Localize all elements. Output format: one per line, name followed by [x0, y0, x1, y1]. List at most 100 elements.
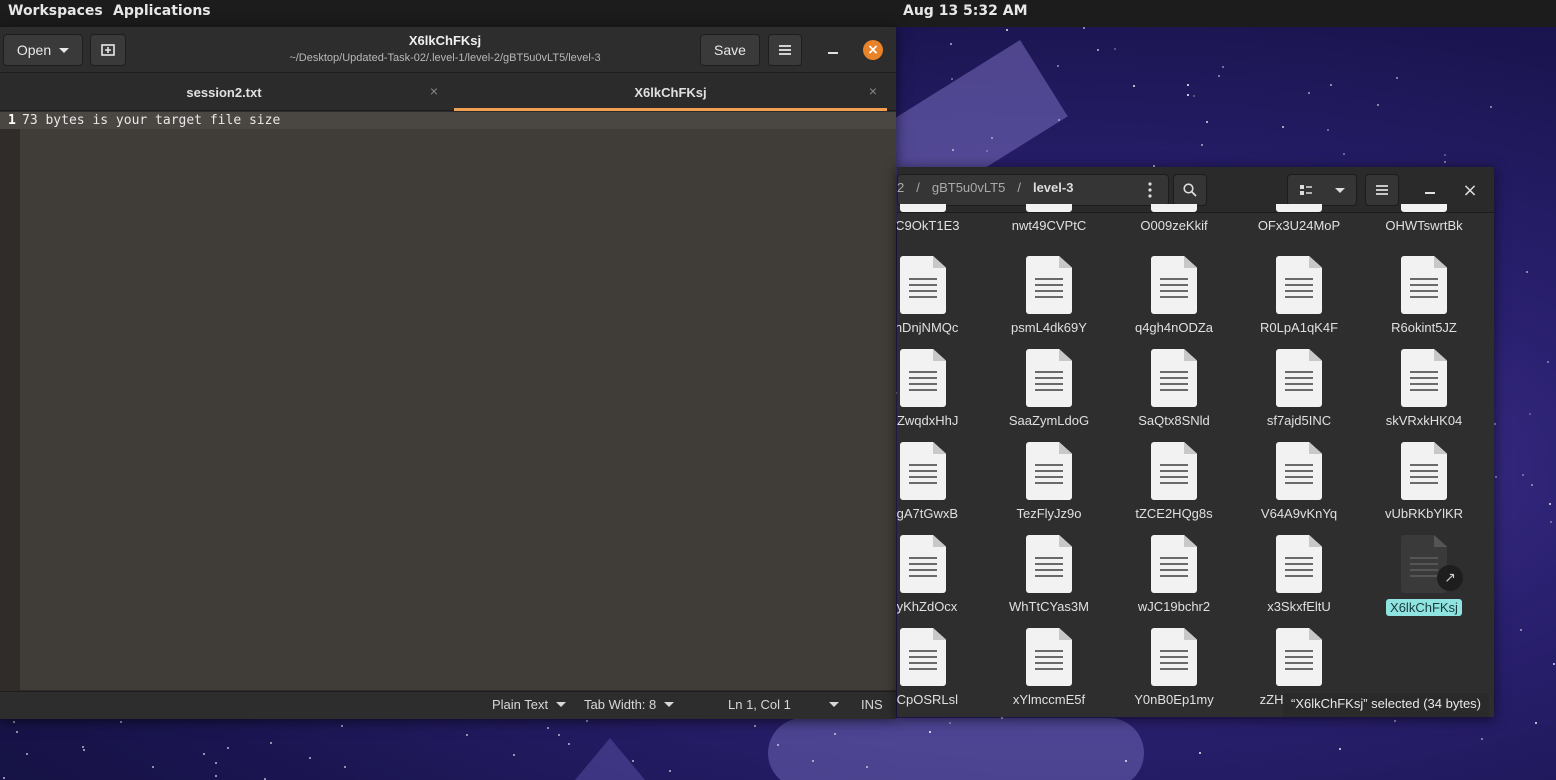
text-file-icon	[1026, 442, 1072, 500]
file-item[interactable]: tZCE2HQg8s	[1119, 442, 1229, 521]
fm-menu-button[interactable]	[1365, 174, 1399, 206]
text-file-icon	[900, 535, 946, 593]
hamburger-menu-button[interactable]	[768, 34, 802, 66]
applications-menu[interactable]: Applications	[113, 3, 211, 19]
save-button[interactable]: Save	[700, 34, 760, 66]
file-icon	[1276, 204, 1322, 212]
file-item[interactable]: ↗ X6lkChFKsj	[1369, 535, 1479, 616]
text-line	[1285, 284, 1313, 286]
file-item[interactable]: OFx3U24MoP	[1244, 204, 1354, 233]
minimize-icon[interactable]	[1425, 192, 1435, 194]
file-name: enDnjNMQc	[897, 320, 959, 335]
file-item[interactable]: wJC19bchr2	[1119, 535, 1229, 614]
file-item[interactable]: xYlmccmE5f	[994, 628, 1104, 707]
text-line	[1035, 371, 1063, 373]
file-item[interactable]: skVRxkHK04	[1369, 349, 1479, 428]
chevron-down-icon[interactable]	[1335, 187, 1345, 193]
breadcrumb-item-current[interactable]: level-3	[1033, 180, 1073, 195]
file-item[interactable]: O009zeKkif	[1119, 204, 1229, 233]
tab-close-icon[interactable]: ×	[430, 83, 438, 99]
file-item[interactable]: nwt49CVPtC	[994, 204, 1104, 233]
text-line	[1410, 575, 1438, 577]
file-item[interactable]: vUbRKbYlKR	[1369, 442, 1479, 521]
close-icon[interactable]: ×	[863, 40, 883, 60]
star	[203, 752, 206, 755]
text-line	[1410, 464, 1438, 466]
text-line	[1285, 662, 1313, 664]
clock[interactable]: Aug 13 5:32 AM	[903, 3, 1028, 19]
star	[227, 747, 230, 750]
file-item[interactable]: OHWTswrtBk	[1369, 204, 1479, 233]
text-line	[1035, 482, 1063, 484]
open-button[interactable]: Open	[3, 34, 83, 66]
star	[1307, 91, 1310, 94]
file-name: nwt49CVPtC	[1011, 218, 1087, 233]
text-line	[1035, 656, 1063, 658]
file-item[interactable]: Y0nB0Ep1my	[1119, 628, 1229, 707]
file-item[interactable]: TezFlyJz9o	[994, 442, 1104, 521]
cursor-position-selector[interactable]: Ln 1, Col 1	[728, 697, 839, 712]
file-item[interactable]: EgA7tGwxB	[897, 442, 978, 521]
star	[1444, 153, 1447, 156]
view-toggle-button[interactable]	[1287, 174, 1357, 206]
text-line	[1410, 476, 1438, 478]
text-line	[1160, 470, 1188, 472]
file-item[interactable]: SC9OkT1E3	[897, 204, 978, 233]
line-number-gutter	[0, 112, 20, 690]
star	[3, 776, 6, 779]
tab-close-icon[interactable]: ×	[869, 83, 877, 99]
more-options-button[interactable]	[1133, 174, 1167, 206]
tab-width-selector[interactable]: Tab Width: 8	[584, 697, 675, 712]
search-button[interactable]	[1173, 174, 1207, 206]
file-item[interactable]: wZwqdxHhJ	[897, 349, 978, 428]
file-item[interactable]: SaaZymLdoG	[994, 349, 1104, 428]
text-file-icon	[1276, 349, 1322, 407]
file-item[interactable]: V64A9vKnYq	[1244, 442, 1354, 521]
star	[1329, 84, 1332, 87]
text-line	[1410, 482, 1438, 484]
text-line	[909, 650, 937, 652]
text-line	[1035, 557, 1063, 559]
text-line	[909, 668, 937, 670]
file-item[interactable]: YCpOSRLsl	[897, 628, 978, 707]
text-file-icon	[1026, 256, 1072, 314]
document-line[interactable]: 73 bytes is your target file size	[22, 113, 280, 128]
file-item[interactable]: sf7ajd5INC	[1244, 349, 1354, 428]
insert-mode-indicator[interactable]: INS	[861, 697, 883, 712]
breadcrumb-item[interactable]: 2	[897, 180, 904, 195]
text-line	[1410, 284, 1438, 286]
file-item[interactable]: WhTtCYas3M	[994, 535, 1104, 614]
file-item[interactable]: psmL4dk69Y	[994, 256, 1104, 335]
file-item[interactable]: R0LpA1qK4F	[1244, 256, 1354, 335]
workspaces-menu[interactable]: Workspaces	[8, 3, 103, 19]
page-fold	[1309, 535, 1322, 547]
file-item[interactable]: R6okint5JZ	[1369, 256, 1479, 335]
tab-session2[interactable]: session2.txt ×	[0, 73, 448, 111]
file-item[interactable]: FyKhZdOcx	[897, 535, 978, 614]
breadcrumb-item[interactable]: gBT5u0vLT5	[932, 180, 1005, 195]
text-view[interactable]	[20, 112, 896, 690]
text-file-icon	[1026, 628, 1072, 686]
breadcrumb-items: 2 / gBT5u0vLT5 / level-3	[897, 180, 1073, 195]
page-fold	[933, 256, 946, 268]
star	[950, 78, 953, 81]
file-item[interactable]: q4gh4nODZa	[1119, 256, 1229, 335]
file-name: wJC19bchr2	[1137, 599, 1211, 614]
text-line	[1160, 389, 1188, 391]
text-line	[1035, 464, 1063, 466]
file-item[interactable]: x3SkxfEltU	[1244, 535, 1354, 614]
file-item[interactable]: SaQtx8SNld	[1119, 349, 1229, 428]
new-document-button[interactable]	[90, 34, 126, 66]
page-fold	[1309, 442, 1322, 454]
chevron-down-icon	[664, 702, 675, 707]
language-selector[interactable]: Plain Text	[492, 697, 567, 712]
star	[557, 734, 560, 737]
star	[119, 720, 122, 723]
close-icon[interactable]: ×	[1453, 174, 1487, 206]
star	[309, 756, 312, 759]
file-item[interactable]: enDnjNMQc	[897, 256, 978, 335]
minimize-icon[interactable]	[828, 52, 838, 54]
tab-x6lkchfksj[interactable]: X6lkChFKsj ×	[454, 73, 887, 111]
star	[1495, 476, 1498, 479]
star	[1549, 503, 1552, 506]
